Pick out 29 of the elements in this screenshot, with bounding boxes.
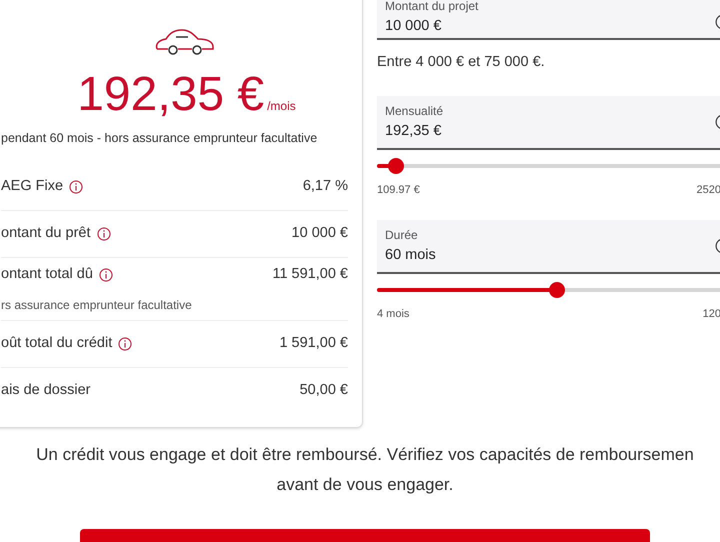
input-field[interactable]: Montant du projet 10 000 € — [377, 0, 720, 40]
detail-value: 10 000 € — [292, 224, 348, 243]
slider-thumb[interactable] — [388, 158, 404, 174]
detail-label: ontant total dû — [1, 264, 93, 284]
info-icon[interactable] — [96, 226, 110, 241]
slider-min-label: 109.97 € — [377, 182, 420, 198]
detail-note: rs assurance emprunteur facultative — [1, 296, 193, 314]
detail-value: 50,00 € — [300, 381, 348, 400]
detail-label: ontant du prêt — [1, 224, 90, 243]
disclaimer-text: avant de vous engager. — [276, 474, 454, 496]
price-subtitle: pendant 60 mois - hors assurance emprunteur facultative — [1, 130, 318, 147]
price: 192,35 € — [77, 71, 264, 119]
detail-value: 1 591,00 € — [279, 334, 348, 353]
disclaimer-text: Un crédit vous engage et doit être remboursé. Vérifiez vos capacités de remboursemen — [36, 444, 694, 466]
input-field[interactable]: Mensualité 192,35 € — [377, 96, 720, 150]
car-icon — [154, 27, 216, 57]
info-icon[interactable] — [98, 268, 113, 282]
detail-label: oût total du crédit — [1, 334, 112, 353]
detail-value: 6,17 % — [302, 176, 348, 196]
slider-min-label: 4 mois — [377, 307, 410, 322]
input-field[interactable]: Durée 60 mois — [377, 220, 720, 274]
price-unit: /mois — [267, 98, 296, 115]
helper-text: Entre 4 000 € et 75 000 €. — [377, 53, 546, 72]
detail-value: 11 591,00 € — [272, 264, 348, 284]
detail-label: AEG Fixe — [1, 176, 64, 196]
info-icon[interactable] — [118, 336, 132, 351]
slider-thumb[interactable] — [549, 282, 566, 298]
info-icon[interactable] — [69, 180, 84, 194]
detail-label: ais de dossier — [1, 381, 90, 400]
